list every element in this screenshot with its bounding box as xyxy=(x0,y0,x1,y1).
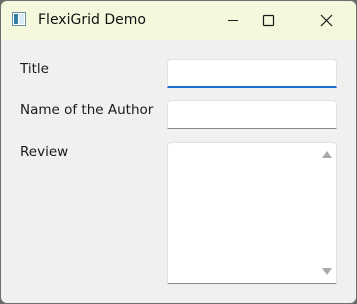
maximize-button[interactable] xyxy=(256,1,302,40)
review-textarea[interactable] xyxy=(167,142,337,284)
review-label: Review xyxy=(20,144,69,160)
minimize-button[interactable] xyxy=(210,1,256,40)
window-app-icon[interactable] xyxy=(12,12,26,26)
author-input[interactable] xyxy=(167,100,337,129)
title-label: Title xyxy=(20,61,49,77)
title-bar[interactable]: FlexiGrid Demo xyxy=(1,1,356,40)
close-icon xyxy=(320,14,333,27)
scroll-down-arrow-icon[interactable] xyxy=(322,268,332,275)
close-button[interactable] xyxy=(303,1,349,40)
window-title: FlexiGrid Demo xyxy=(38,12,146,28)
title-input[interactable] xyxy=(167,59,337,88)
author-label: Name of the Author xyxy=(20,102,154,118)
maximize-icon xyxy=(262,14,275,27)
scroll-up-arrow-icon[interactable] xyxy=(322,151,332,158)
minimize-icon xyxy=(228,20,238,21)
review-scrollbar[interactable] xyxy=(319,143,336,283)
app-window: FlexiGrid Demo Title Name of the Author … xyxy=(0,0,357,304)
